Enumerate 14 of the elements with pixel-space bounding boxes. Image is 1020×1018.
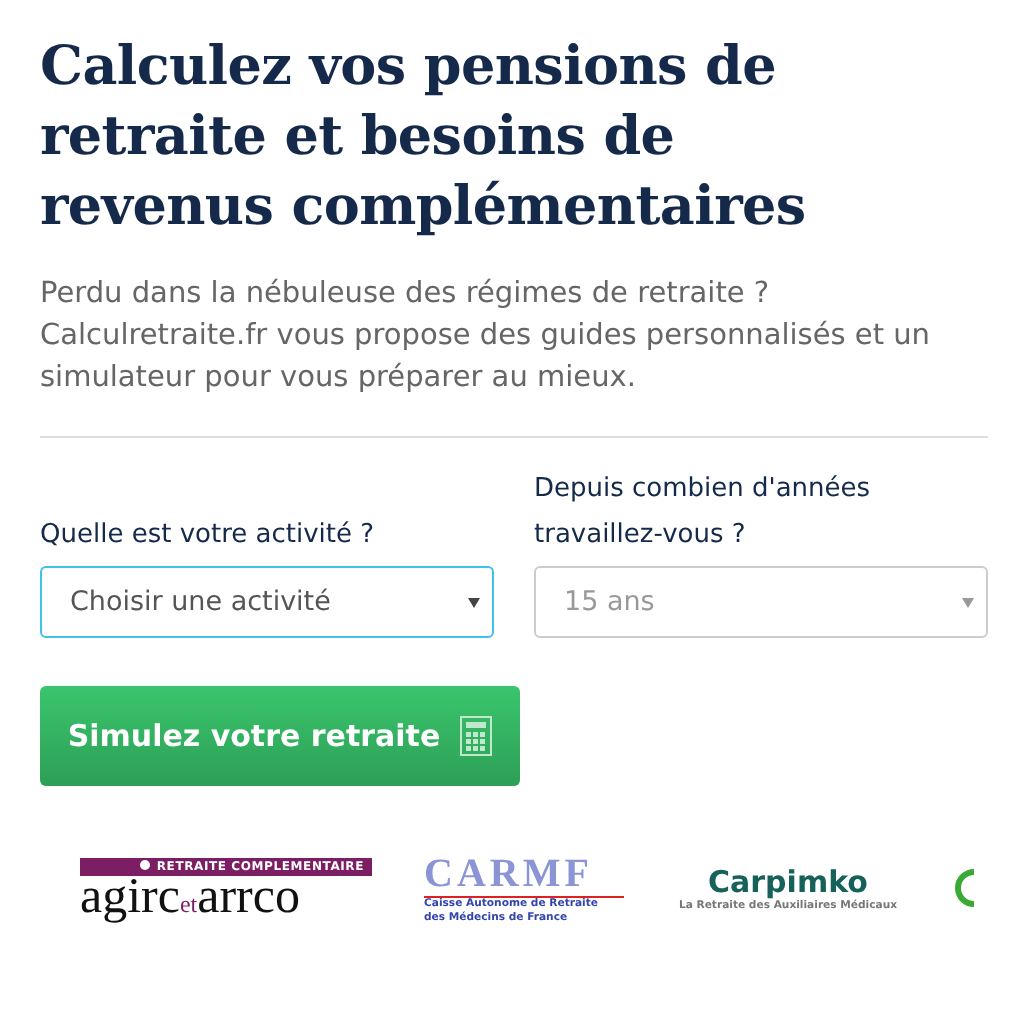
- logo-text: CARMF: [424, 851, 624, 897]
- logo-text: agirc: [80, 869, 180, 923]
- calculator-icon: [460, 716, 493, 756]
- dot-icon: [140, 859, 151, 869]
- ring-logo-icon: [952, 868, 976, 908]
- logo-text: arrco: [197, 869, 300, 923]
- page-heading: Calculez vos pensions de retraite et besoins de revenus complémentaires: [40, 34, 808, 242]
- field-label: Depuis combien d'années travaillez-vous ?: [534, 472, 873, 554]
- logo-text: et: [179, 889, 198, 917]
- select-field[interactable]: Choisir une activité: [40, 566, 494, 638]
- logo-text: Carpimko: [708, 863, 868, 899]
- intro-text: Perdu dans la nébuleuse des régimes de retraite ? Calculretraite.fr vous propose des guides personnalisés et un simulateur pour vous préparer au mieux.: [40, 276, 932, 398]
- field-label: Quelle est votre activité ?: [40, 518, 377, 554]
- simulate-button[interactable]: Simulez votre retraite: [40, 686, 520, 786]
